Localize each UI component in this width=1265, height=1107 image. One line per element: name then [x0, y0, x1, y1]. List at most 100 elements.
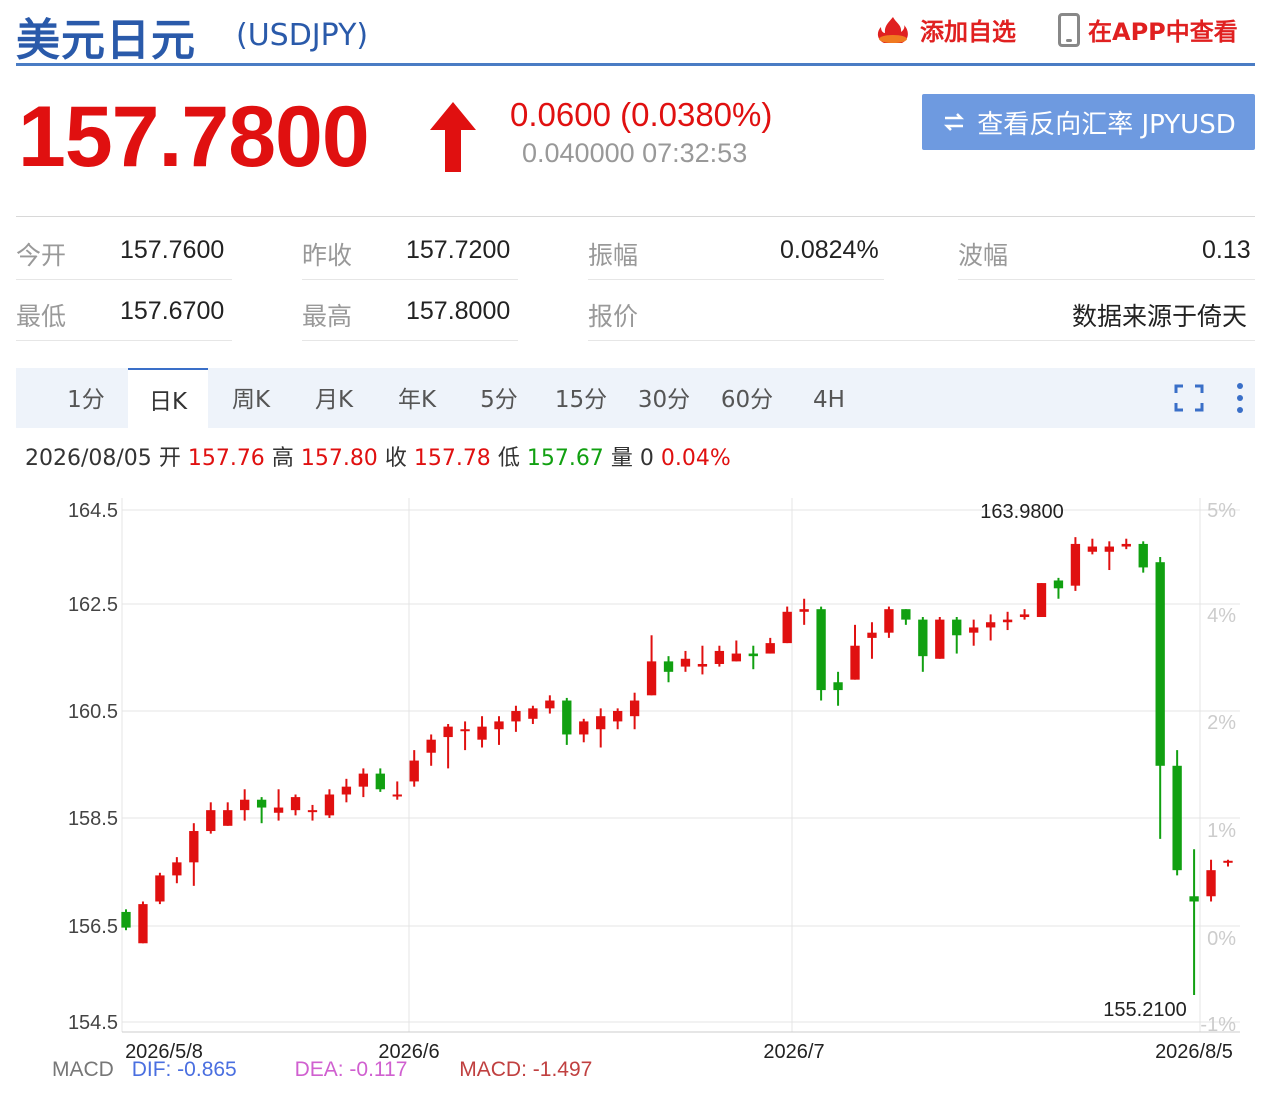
tab-4h[interactable]: 4H	[789, 368, 869, 428]
tab-day-k[interactable]: 日K	[128, 368, 208, 428]
ohlc-pct: 0.04%	[660, 446, 731, 471]
candle-body	[1155, 562, 1165, 766]
candle-body	[1223, 860, 1233, 863]
candle-body	[985, 622, 996, 628]
ohlc-vol: 0	[639, 446, 654, 471]
pct-tick-label: -1%	[1200, 1014, 1236, 1036]
flame-icon	[877, 16, 908, 43]
add-watchlist-label: 添加自选	[920, 18, 1016, 46]
candle-body	[138, 904, 148, 944]
candle-body	[256, 799, 267, 808]
candle-body	[392, 794, 402, 797]
candle-body	[663, 661, 674, 672]
add-watchlist-button[interactable]: 添加自选	[874, 12, 1016, 47]
candle-body	[969, 627, 979, 633]
page-header: 美元日元 (USDJPY) 添加自选 在APP中查看	[16, 0, 1255, 66]
candle-body	[324, 794, 335, 816]
wave-label: 波幅	[958, 241, 1009, 270]
candle-body	[121, 911, 131, 928]
amplitude-value: 0.0824%	[780, 236, 879, 264]
view-in-app-label: 在APP中查看	[1088, 18, 1238, 46]
candle-body	[782, 611, 792, 644]
tab-1min[interactable]: 1分	[46, 368, 126, 428]
data-source: 数据来源于倚天	[1072, 303, 1248, 331]
reverse-rate-button[interactable]: 查看反向汇率 JPYUSD	[922, 94, 1255, 150]
low-label: 最低	[16, 302, 67, 331]
candle-body	[596, 716, 606, 730]
candle-body	[799, 609, 809, 612]
pct-tick-label: 0%	[1207, 928, 1236, 950]
amplitude-label: 振幅	[588, 241, 639, 270]
candle-body	[1019, 614, 1030, 618]
candle-body	[884, 609, 894, 633]
stat-underline	[16, 340, 232, 341]
candle-body	[545, 700, 555, 709]
tab-month-k[interactable]: 月K	[294, 368, 374, 428]
tab-15min[interactable]: 15分	[541, 368, 621, 428]
candle-body	[901, 609, 911, 620]
candle-body	[511, 710, 521, 722]
price-sub-info: 0.040000 07:32:53	[522, 138, 748, 168]
tab-60min[interactable]: 60分	[707, 368, 787, 428]
more-options-icon[interactable]	[1232, 382, 1248, 414]
candle-body	[290, 797, 301, 811]
symbol-code: (USDJPY)	[236, 18, 369, 53]
ohlc-high-label: 高	[271, 446, 294, 471]
stat-underline	[588, 340, 1255, 341]
y-tick-label: 158.5	[68, 808, 118, 830]
ohlc-date: 2026/08/05	[25, 446, 152, 471]
period-tabs: 1分 日K 周K 月K 年K 5分 15分 30分 60分 4H	[16, 368, 1255, 428]
candle-body	[1121, 543, 1131, 547]
pct-tick-label: 5%	[1207, 500, 1236, 522]
tab-year-k[interactable]: 年K	[377, 368, 457, 428]
candle-body	[528, 708, 538, 719]
view-in-app-button[interactable]: 在APP中查看	[1058, 12, 1238, 47]
candle-body	[307, 810, 318, 813]
candlestick-chart[interactable]: 164.5 162.5 160.5 158.5 156.5 154.5 5% 4% 2% 1% 0%…	[0, 480, 1265, 1060]
candle-body	[1104, 546, 1114, 552]
stat-underline	[302, 340, 518, 341]
candle-body	[935, 619, 945, 659]
candle-body	[155, 875, 165, 902]
y-tick-label: 164.5	[68, 500, 118, 522]
candle-body	[731, 653, 742, 662]
candle-body	[1189, 896, 1199, 902]
min-price-label: 155.2100	[1103, 999, 1186, 1021]
candle-body	[375, 773, 385, 790]
tab-week-k[interactable]: 周K	[211, 368, 291, 428]
candle-body	[223, 810, 233, 826]
candle-body	[833, 682, 843, 691]
arrow-up-icon	[430, 102, 476, 172]
fullscreen-icon[interactable]	[1174, 384, 1204, 412]
ohlc-high: 157.80	[300, 446, 378, 471]
candle-body	[1036, 583, 1047, 618]
ohlc-low: 157.67	[526, 446, 604, 471]
candle-body	[426, 739, 436, 753]
stat-underline	[16, 279, 232, 280]
candle-body	[1206, 870, 1216, 897]
ohlc-summary: 2026/08/05 开 157.76 高 157.80 收 157.78 低 …	[25, 440, 731, 472]
candle-body	[1138, 543, 1148, 568]
candle-body	[714, 650, 725, 664]
price-change: 0.0600 (0.0380%)	[510, 96, 773, 133]
prev-close-label: 昨收	[302, 241, 353, 270]
candle-body	[409, 760, 419, 782]
candle-body	[680, 658, 691, 667]
candle-body	[460, 729, 470, 732]
macd-dea: DEA: -0.117	[294, 1058, 408, 1081]
open-value: 157.7600	[120, 236, 225, 264]
candle-body	[189, 831, 199, 863]
candle-body	[765, 643, 775, 654]
stats-divider	[16, 216, 1255, 217]
macd-title: MACD	[52, 1058, 114, 1081]
tab-5min[interactable]: 5分	[459, 368, 539, 428]
wave-value: 0.13	[1202, 236, 1251, 264]
tab-30min[interactable]: 30分	[624, 368, 704, 428]
x-tick-label: 2026/8/5	[1155, 1041, 1233, 1060]
candle-body	[341, 786, 352, 795]
candle-body	[562, 700, 572, 735]
max-price-label: 163.9800	[980, 501, 1063, 523]
candle-body	[1172, 765, 1182, 871]
y-tick-label: 162.5	[68, 594, 118, 616]
pct-tick-label: 4%	[1207, 605, 1236, 627]
